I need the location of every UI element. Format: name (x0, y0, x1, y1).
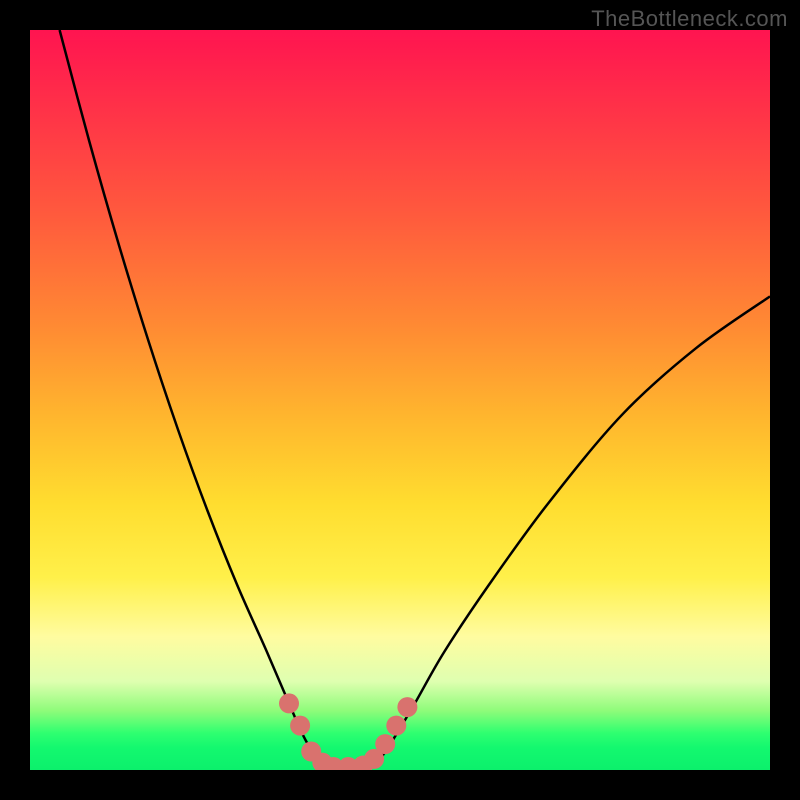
watermark: TheBottleneck.com (591, 6, 788, 32)
marker-dot (375, 734, 395, 754)
marker-dot (386, 716, 406, 736)
chart-svg (30, 30, 770, 770)
left-branch-curve (60, 30, 319, 763)
marker-dot (279, 693, 299, 713)
marker-group (279, 693, 417, 770)
marker-dot (290, 716, 310, 736)
right-branch-curve (378, 296, 770, 762)
marker-dot (397, 697, 417, 717)
plot-area (30, 30, 770, 770)
